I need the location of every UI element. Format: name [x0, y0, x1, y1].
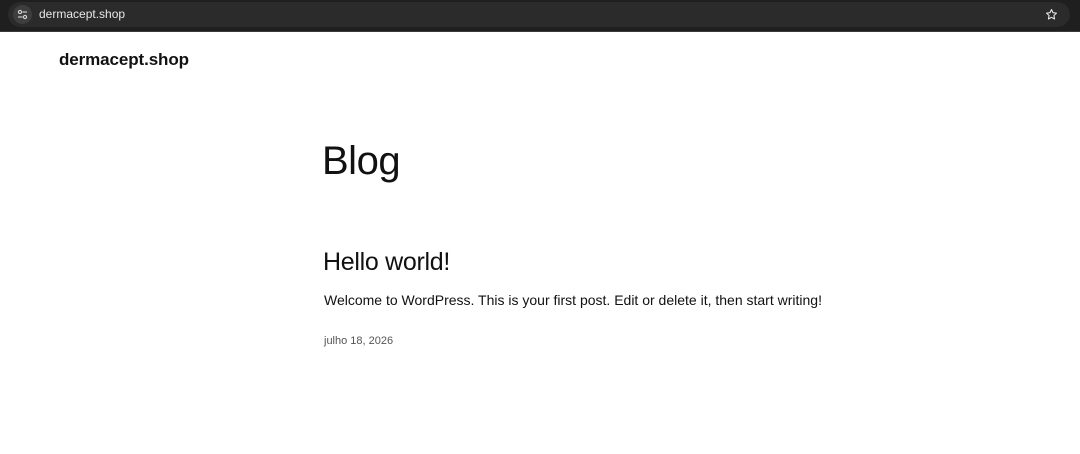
tune-icon[interactable] [13, 5, 32, 24]
post-title-link[interactable]: Hello world! [323, 247, 450, 277]
address-bar[interactable]: dermacept.shop [8, 2, 1070, 27]
post-date: julho 18, 2026 [324, 335, 394, 347]
star-outline-icon[interactable] [1044, 7, 1059, 22]
browser-toolbar: dermacept.shop [0, 0, 1080, 32]
url-text[interactable]: dermacept.shop [39, 7, 125, 22]
site-title-link[interactable]: dermacept.shop [59, 49, 189, 71]
page-title: Blog [322, 139, 401, 183]
post-excerpt: Welcome to WordPress. This is your first… [324, 292, 822, 308]
